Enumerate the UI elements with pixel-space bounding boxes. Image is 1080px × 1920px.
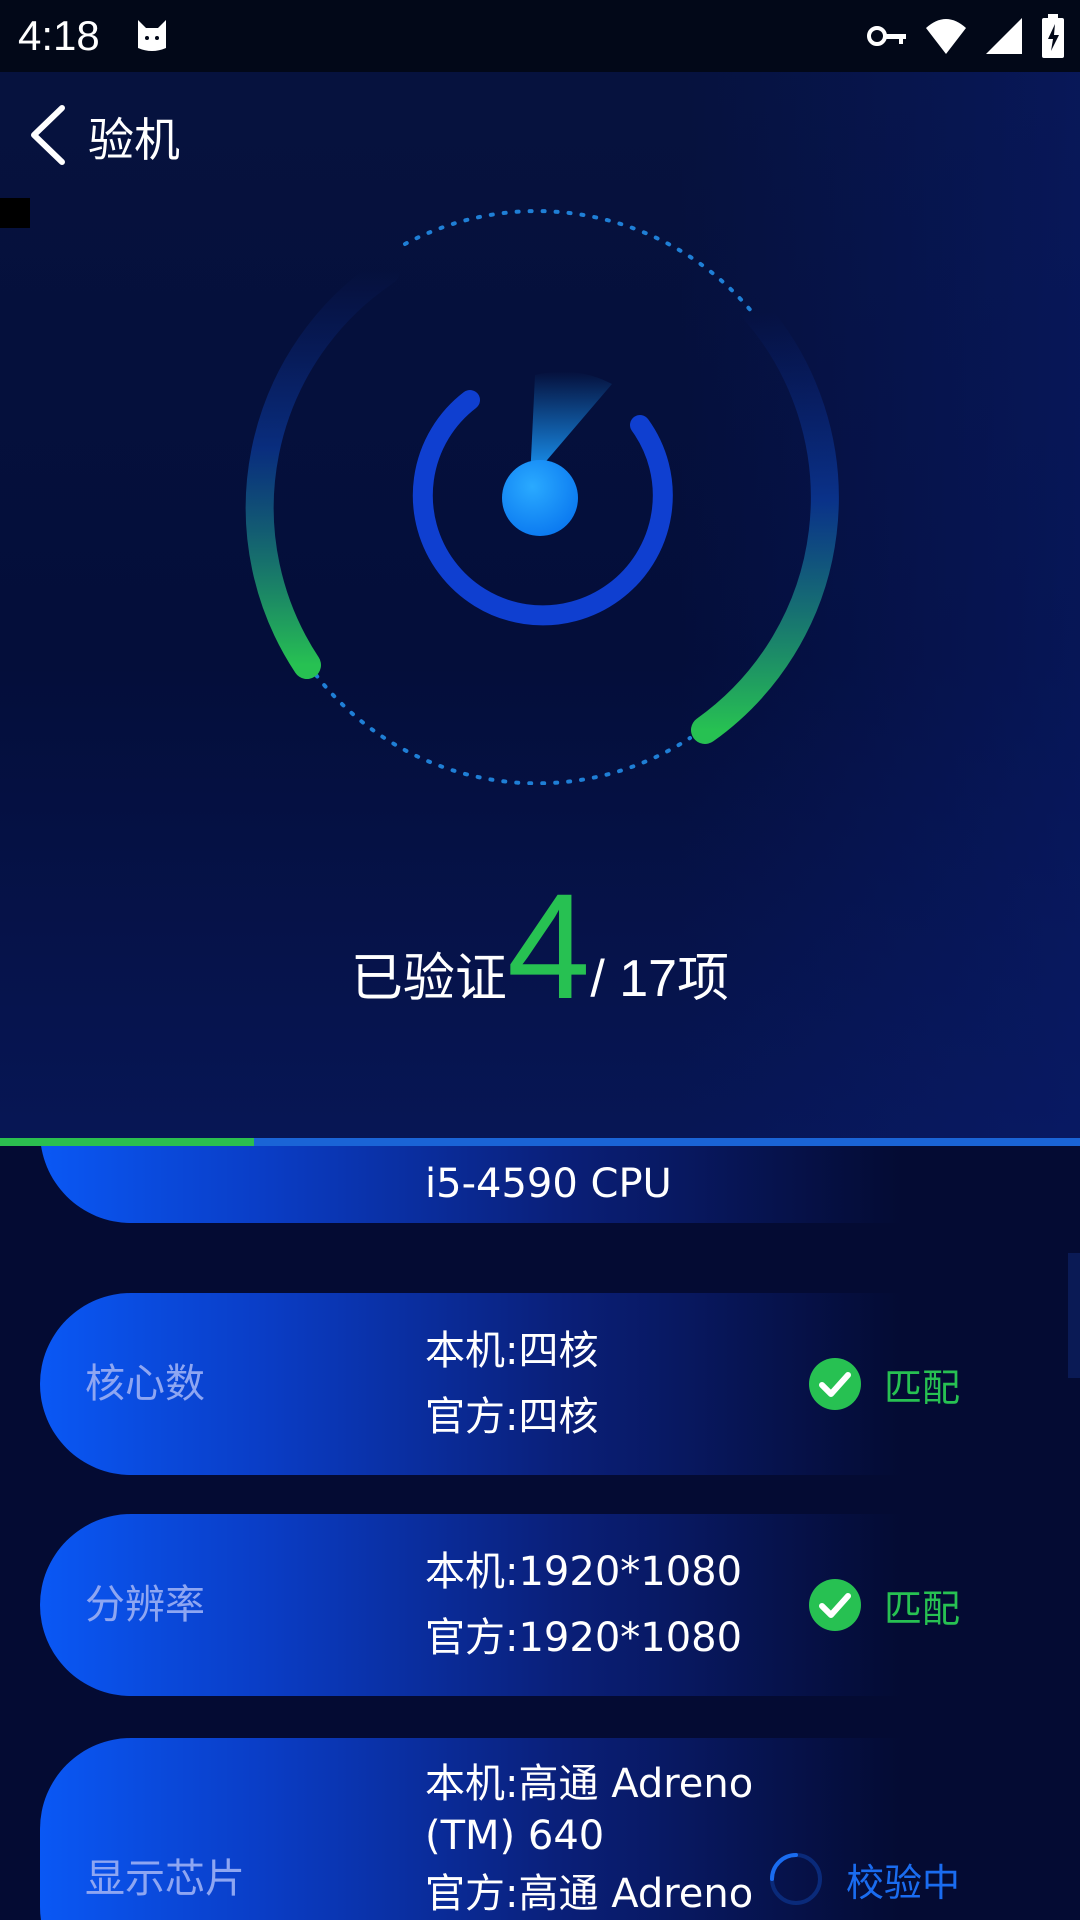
verification-progress-bar: [0, 1138, 1080, 1146]
scrollbar-thumb[interactable]: [1068, 1253, 1080, 1378]
battery-charging-icon: [1040, 14, 1066, 62]
center-dot: [502, 460, 578, 536]
item-value-line: i5-4590 CPU: [425, 1161, 672, 1207]
item-values: i5-4590 CPU: [425, 1151, 672, 1217]
item-value-line: 本机:四核: [425, 1328, 599, 1374]
verified-number: 4: [506, 862, 591, 1030]
item-status-text: 校验中: [845, 1860, 960, 1905]
status-icons: [866, 14, 1066, 62]
item-value-line: 官方:高通 Adreno: [425, 1871, 754, 1917]
item-values: 本机:高通 Adreno (TM) 640 官方:高通 Adreno: [425, 1758, 753, 1920]
chevron-left-icon: [31, 105, 65, 165]
back-button[interactable]: [22, 100, 82, 170]
list-item-resolution[interactable]: 分辨率 本机:1920*1080 官方:1920*1080 匹配: [40, 1514, 1080, 1696]
page-title: 验机: [88, 113, 180, 167]
left-arc: [245, 257, 400, 679]
verification-progress-fill: [0, 1138, 254, 1146]
check-circle-icon: [808, 1579, 861, 1631]
item-label: 核心数: [85, 1361, 205, 1407]
right-arc: [691, 298, 839, 744]
item-status: 匹配: [808, 1514, 960, 1696]
check-circle-icon: [808, 1358, 861, 1410]
item-value-line: (TM) 640: [425, 1813, 605, 1859]
verified-total: / 17项: [590, 950, 730, 1008]
progress-dial: [245, 209, 839, 785]
item-value-line: 本机:高通 Adreno: [425, 1761, 754, 1807]
item-label: 分辨率: [85, 1582, 205, 1628]
status-bar: 4:18: [0, 0, 1080, 72]
wifi-icon: [924, 16, 968, 60]
item-values: 本机:1920*1080 官方:1920*1080: [425, 1539, 742, 1671]
item-value-line: 官方:四核: [425, 1394, 599, 1440]
list-item-cores[interactable]: 核心数 本机:四核 官方:四核 匹配: [40, 1293, 1080, 1475]
item-status-text: 匹配: [883, 1586, 960, 1631]
item-label: 显示芯片: [85, 1856, 245, 1902]
spinner-icon: [769, 1853, 822, 1905]
verified-prefix: 已验证: [350, 949, 507, 1009]
item-status: 校验中: [768, 1788, 960, 1920]
vpn-key-icon: [866, 16, 908, 60]
item-values: 本机:四核 官方:四核: [425, 1318, 598, 1450]
item-value-line: 本机:1920*1080: [425, 1549, 743, 1595]
dotted-ring-bottom: [314, 673, 692, 785]
edge-marker: [0, 198, 30, 228]
dotted-ring-top: [403, 209, 754, 314]
list-item-cpu[interactable]: i5-4590 CPU: [40, 1146, 1080, 1223]
item-status: 匹配: [808, 1293, 960, 1475]
cat-notification-icon: [132, 14, 172, 58]
verification-list[interactable]: i5-4590 CPU 核心数 本机:四核 官方:四核 匹配 分辨率 本机:19…: [0, 1146, 1080, 1920]
item-value-line: 官方:1920*1080: [425, 1615, 743, 1661]
cell-signal-icon: [984, 16, 1024, 60]
verified-count: 已验证4/ 17项: [0, 860, 1080, 1033]
list-item-gpu[interactable]: 显示芯片 本机:高通 Adreno (TM) 640 官方:高通 Adreno …: [40, 1738, 1080, 1920]
status-time: 4:18: [18, 12, 100, 59]
item-status-text: 匹配: [883, 1365, 960, 1410]
